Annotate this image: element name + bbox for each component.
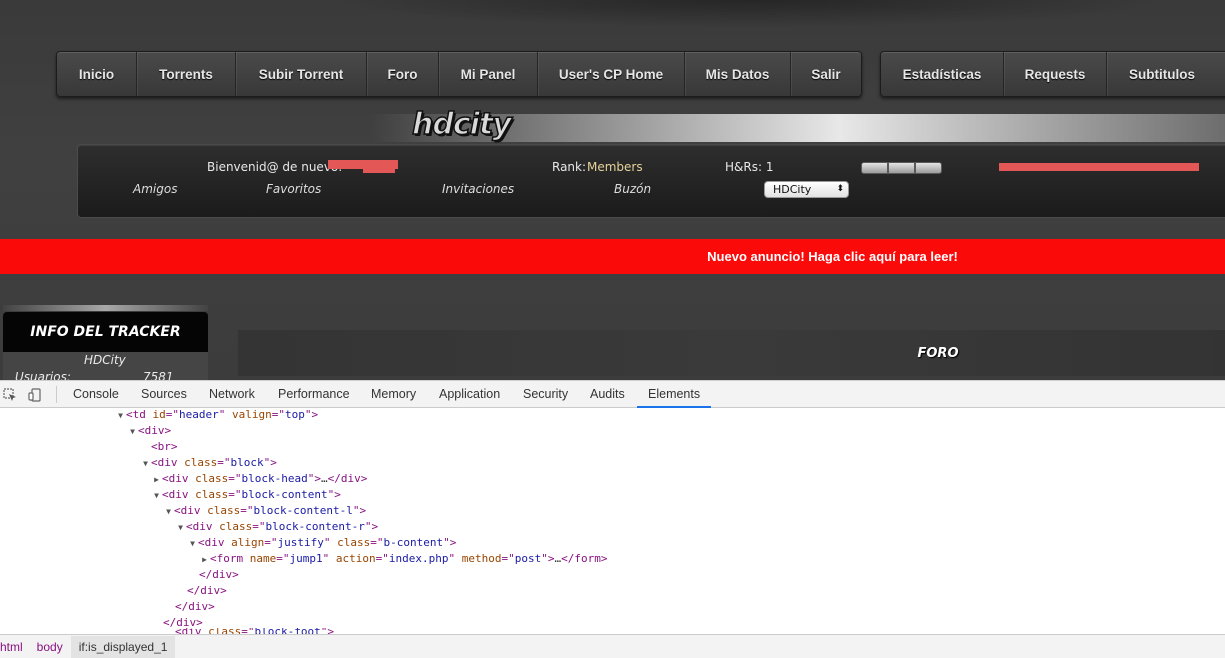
tab-security[interactable]: Security bbox=[523, 381, 568, 408]
expanded-triangle-icon[interactable]: ▼ bbox=[175, 520, 186, 536]
tab-performance[interactable]: Performance bbox=[278, 381, 350, 408]
hit-and-runs: H&Rs: 1 bbox=[725, 160, 774, 174]
tracker-site-name: HDCity bbox=[84, 353, 126, 367]
site-logo[interactable]: hdcity bbox=[411, 106, 512, 143]
nav-users-cp-home[interactable]: User's CP Home bbox=[538, 52, 685, 96]
welcome-text: Bienvenid@ de nuevo: bbox=[207, 160, 343, 174]
expanded-triangle-icon[interactable]: ▼ bbox=[163, 504, 174, 520]
dom-node-close-div[interactable]: </div> bbox=[175, 599, 215, 615]
rank-value: Members bbox=[587, 160, 643, 174]
nav-torrents[interactable]: Torrents bbox=[137, 52, 236, 96]
secondary-nav: Estadísticas Requests Subtitulos bbox=[880, 51, 1225, 97]
tab-memory[interactable]: Memory bbox=[371, 381, 416, 408]
breadcrumb-current[interactable]: if:is_displayed_1 bbox=[70, 636, 176, 658]
dom-node-form-jump1[interactable]: ▶ <form name="jump1" action="index.php" m… bbox=[199, 551, 607, 567]
breadcrumb-body[interactable]: body bbox=[37, 640, 71, 654]
expanded-triangle-icon[interactable]: ▼ bbox=[127, 424, 138, 440]
tab-sources[interactable]: Sources bbox=[141, 381, 187, 408]
pager-button-1[interactable] bbox=[861, 162, 888, 174]
announcement-banner[interactable]: Nuevo anuncio! Haga clic aquí para leer! bbox=[0, 239, 1225, 274]
tracker-info-title: INFO DEL TRACKER bbox=[3, 312, 208, 352]
redacted-stats bbox=[999, 163, 1199, 171]
pager-button-2[interactable] bbox=[888, 162, 915, 174]
devtools-panel: Console Sources Network Performance Memo… bbox=[0, 380, 1225, 658]
site-select[interactable]: HDCity ⬍ bbox=[764, 181, 849, 198]
nav-salir[interactable]: Salir bbox=[791, 52, 861, 96]
tab-application[interactable]: Application bbox=[439, 381, 500, 408]
tracker-info-body: HDCity Usuarios: 7581 bbox=[3, 352, 208, 380]
dom-node-close-div[interactable]: </div> bbox=[187, 583, 227, 599]
nav-mi-panel[interactable]: Mi Panel bbox=[439, 52, 538, 96]
pager-button-3[interactable] bbox=[915, 162, 942, 174]
tab-audits[interactable]: Audits bbox=[590, 381, 625, 408]
nav-subtitulos[interactable]: Subtitulos bbox=[1107, 52, 1217, 96]
link-buzon[interactable]: Buzón bbox=[614, 182, 651, 196]
dom-node-br[interactable]: <br> bbox=[140, 439, 178, 455]
link-favoritos[interactable]: Favoritos bbox=[266, 182, 321, 196]
dom-node-td-header[interactable]: ▼ <td id="header" valign="top"> bbox=[115, 409, 318, 423]
inspect-element-icon[interactable] bbox=[3, 388, 17, 402]
site-select-value: HDCity bbox=[773, 183, 812, 196]
tracker-box-highlight bbox=[3, 305, 208, 311]
pager-buttons bbox=[861, 162, 942, 174]
link-invitaciones[interactable]: Invitaciones bbox=[442, 182, 514, 196]
dom-node-close-div[interactable]: </div> bbox=[199, 567, 239, 583]
nav-foro[interactable]: Foro bbox=[367, 52, 439, 96]
expanded-triangle-icon[interactable]: ▼ bbox=[151, 488, 162, 504]
dom-node-div-b-content[interactable]: ▼ <div align="justify" class="b-content"> bbox=[187, 535, 456, 551]
forum-title: FORO bbox=[917, 345, 959, 361]
nav-estadisticas[interactable]: Estadísticas bbox=[881, 52, 1004, 96]
link-amigos[interactable]: Amigos bbox=[133, 182, 177, 196]
dom-node-div-block-content-l[interactable]: ▼ <div class="block-content-l"> bbox=[163, 503, 366, 519]
rank-label: Rank: bbox=[552, 160, 587, 174]
devtools-tabbar: Console Sources Network Performance Memo… bbox=[0, 381, 1225, 408]
tracker-users-value: 7581 bbox=[143, 370, 174, 380]
announcement-text[interactable]: Nuevo anuncio! Haga clic aquí para leer! bbox=[707, 249, 958, 264]
dom-node-div[interactable]: ▼ <div> bbox=[127, 423, 171, 439]
nav-requests[interactable]: Requests bbox=[1004, 52, 1107, 96]
expanded-triangle-icon[interactable]: ▼ bbox=[140, 456, 151, 472]
expanded-triangle-icon[interactable]: ▼ bbox=[115, 409, 126, 424]
tabbar-separator bbox=[56, 386, 57, 403]
tab-elements[interactable]: Elements bbox=[637, 381, 712, 408]
nav-subir-torrent[interactable]: Subir Torrent bbox=[236, 52, 367, 96]
collapsed-triangle-icon[interactable]: ▶ bbox=[199, 552, 210, 568]
dom-tree: ▼ <td id="header" valign="top"> ▼ <div> <b… bbox=[0, 409, 1225, 635]
dom-node-div-block[interactable]: ▼ <div class="block"> bbox=[140, 455, 277, 471]
tracker-info-box: INFO DEL TRACKER HDCity Usuarios: 7581 bbox=[3, 305, 208, 380]
chevron-updown-icon: ⬍ bbox=[836, 184, 844, 194]
nav-mis-datos[interactable]: Mis Datos bbox=[685, 52, 791, 96]
device-toolbar-icon[interactable] bbox=[28, 388, 42, 402]
expanded-triangle-icon[interactable]: ▼ bbox=[187, 536, 198, 552]
devtools-breadcrumbs: html body if:is_displayed_1 bbox=[0, 634, 1225, 658]
dom-node-div-block-content[interactable]: ▼ <div class="block-content"> bbox=[151, 487, 341, 503]
nav-inicio[interactable]: Inicio bbox=[57, 52, 137, 96]
user-panel: Bienvenid@ de nuevo: Rank: Members H&Rs:… bbox=[77, 144, 1225, 218]
breadcrumb-html[interactable]: html bbox=[0, 640, 31, 654]
dom-node-div-block-head[interactable]: ▶ <div class="block-head">…</div> bbox=[151, 471, 367, 487]
tracker-users-label: Usuarios: bbox=[15, 370, 71, 380]
website-viewport: Inicio Torrents Subir Torrent Foro Mi Pa… bbox=[0, 0, 1225, 380]
main-nav: Inicio Torrents Subir Torrent Foro Mi Pa… bbox=[56, 51, 862, 97]
redacted-username-tail bbox=[363, 167, 395, 173]
tab-console[interactable]: Console bbox=[73, 381, 119, 408]
dom-node-div-block-content-r[interactable]: ▼ <div class="block-content-r"> bbox=[175, 519, 378, 535]
collapsed-triangle-icon[interactable]: ▶ bbox=[151, 472, 162, 488]
tab-network[interactable]: Network bbox=[209, 381, 255, 408]
forum-header: FORO bbox=[238, 330, 1225, 376]
